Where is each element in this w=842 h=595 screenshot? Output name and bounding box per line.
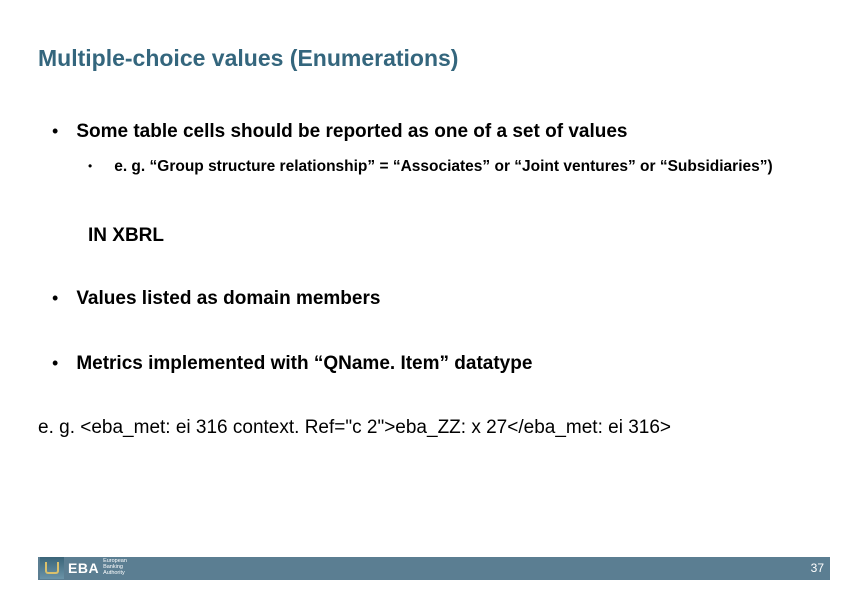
bullet-item-text: Values listed as domain members (76, 287, 380, 312)
eba-logo: EBA European Banking Authority (40, 556, 127, 580)
page-number: 37 (811, 554, 824, 582)
bullet-dot-icon: • (52, 287, 58, 310)
bullet-item: • Values listed as domain members (52, 287, 804, 312)
bullet-dot-icon: • (52, 120, 58, 143)
logo-main-text: EBA (68, 560, 99, 576)
footer: EBA European Banking Authority 37 (0, 554, 842, 582)
bullet-sub-text: e. g. “Group structure relationship” = “… (114, 157, 772, 177)
bullet-main-text: Some table cells should be reported as o… (76, 120, 627, 145)
bullet-item-text: Metrics implemented with “QName. Item” d… (76, 352, 532, 377)
slide-title: Multiple-choice values (Enumerations) (38, 45, 804, 72)
bullet-item: • Metrics implemented with “QName. Item”… (52, 352, 804, 377)
example-code: e. g. <eba_met: ei 316 context. Ref="c 2… (38, 416, 804, 441)
logo-text: EBA European Banking Authority (68, 559, 127, 576)
slide-content: • Some table cells should be reported as… (38, 120, 804, 441)
bullet-main: • Some table cells should be reported as… (52, 120, 804, 145)
footer-bar (38, 557, 830, 580)
bullet-sub: • e. g. “Group structure relationship” =… (88, 157, 804, 177)
logo-mark-icon (40, 557, 64, 579)
logo-subtitle: European Banking Authority (103, 559, 127, 576)
section-label: IN XBRL (88, 225, 804, 247)
bullet-dot-icon: • (52, 352, 58, 375)
bullet-dot-icon: • (88, 157, 92, 175)
slide: Multiple-choice values (Enumerations) • … (0, 0, 842, 595)
